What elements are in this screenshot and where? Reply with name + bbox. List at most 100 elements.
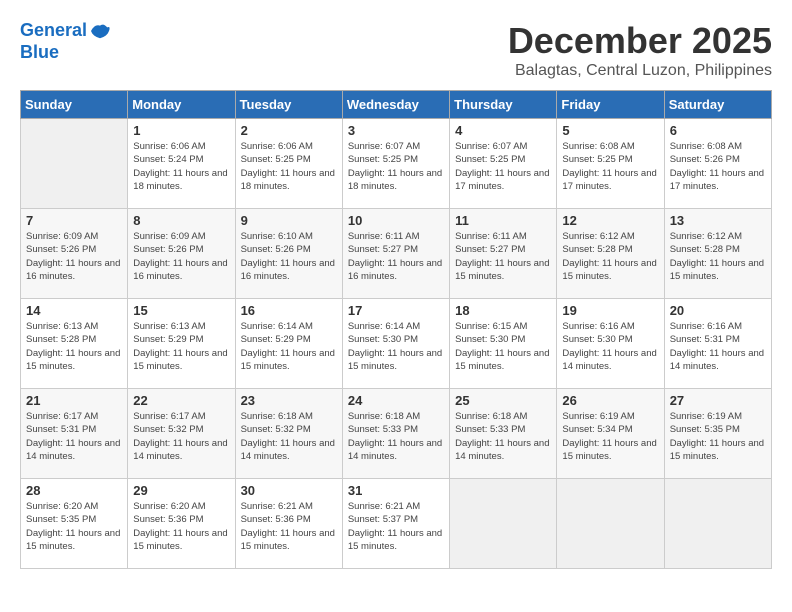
day-info: Sunrise: 6:12 AMSunset: 5:28 PMDaylight:…	[562, 230, 658, 283]
day-info: Sunrise: 6:16 AMSunset: 5:31 PMDaylight:…	[670, 320, 766, 373]
day-info: Sunrise: 6:06 AMSunset: 5:25 PMDaylight:…	[241, 140, 337, 193]
weekday-header-saturday: Saturday	[664, 91, 771, 119]
calendar-day-cell: 18Sunrise: 6:15 AMSunset: 5:30 PMDayligh…	[450, 299, 557, 389]
weekday-header-tuesday: Tuesday	[235, 91, 342, 119]
day-info: Sunrise: 6:07 AMSunset: 5:25 PMDaylight:…	[455, 140, 551, 193]
day-number: 20	[670, 303, 766, 318]
calendar-day-cell: 30Sunrise: 6:21 AMSunset: 5:36 PMDayligh…	[235, 479, 342, 569]
day-number: 1	[133, 123, 229, 138]
day-info: Sunrise: 6:09 AMSunset: 5:26 PMDaylight:…	[26, 230, 122, 283]
day-number: 8	[133, 213, 229, 228]
calendar-day-cell: 1Sunrise: 6:06 AMSunset: 5:24 PMDaylight…	[128, 119, 235, 209]
day-number: 17	[348, 303, 444, 318]
calendar-day-cell: 12 Sunrise: 6:12 AMSunset: 5:28 PMDayligh…	[557, 209, 664, 299]
calendar-week-row: 28Sunrise: 6:20 AMSunset: 5:35 PMDayligh…	[21, 479, 772, 569]
day-info: Sunrise: 6:10 AMSunset: 5:26 PMDaylight:…	[241, 230, 337, 283]
calendar-day-cell: 3 Sunrise: 6:07 AMSunset: 5:25 PMDaylight…	[342, 119, 449, 209]
day-number: 19	[562, 303, 658, 318]
day-number: 29	[133, 483, 229, 498]
day-info: Sunrise: 6:07 AMSunset: 5:25 PMDaylight:…	[348, 140, 444, 193]
calendar-week-row: 1Sunrise: 6:06 AMSunset: 5:24 PMDaylight…	[21, 119, 772, 209]
day-info: Sunrise: 6:12 AMSunset: 5:28 PMDaylight:…	[670, 230, 766, 283]
page-header: General Blue December 2025 Balagtas, Cen…	[20, 20, 772, 80]
calendar-day-cell: 13Sunrise: 6:12 AMSunset: 5:28 PMDayligh…	[664, 209, 771, 299]
day-info: Sunrise: 6:17 AMSunset: 5:32 PMDaylight:…	[133, 410, 229, 463]
day-number: 12	[562, 213, 658, 228]
day-number: 3	[348, 123, 444, 138]
logo: General Blue	[20, 20, 111, 63]
calendar-day-cell: 29 Sunrise: 6:20 AMSunset: 5:36 PMDayligh…	[128, 479, 235, 569]
day-info: Sunrise: 6:14 AMSunset: 5:30 PMDaylight:…	[348, 320, 444, 373]
calendar-day-cell: 20 Sunrise: 6:16 AMSunset: 5:31 PMDayligh…	[664, 299, 771, 389]
calendar-day-cell: 2 Sunrise: 6:06 AMSunset: 5:25 PMDaylight…	[235, 119, 342, 209]
weekday-header-monday: Monday	[128, 91, 235, 119]
day-number: 14	[26, 303, 122, 318]
day-info: Sunrise: 6:21 AMSunset: 5:37 PMDaylight:…	[348, 500, 444, 553]
title-block: December 2025 Balagtas, Central Luzon, P…	[508, 20, 772, 80]
day-number: 16	[241, 303, 337, 318]
calendar-day-cell: 9 Sunrise: 6:10 AMSunset: 5:26 PMDaylight…	[235, 209, 342, 299]
calendar-day-cell: 27Sunrise: 6:19 AMSunset: 5:35 PMDayligh…	[664, 389, 771, 479]
month-title: December 2025	[508, 20, 772, 62]
calendar-day-cell: 10Sunrise: 6:11 AMSunset: 5:27 PMDayligh…	[342, 209, 449, 299]
location: Balagtas, Central Luzon, Philippines	[508, 62, 772, 80]
weekday-header-row: SundayMondayTuesdayWednesdayThursdayFrid…	[21, 91, 772, 119]
calendar-day-cell: 26 Sunrise: 6:19 AMSunset: 5:34 PMDayligh…	[557, 389, 664, 479]
calendar-day-cell: 31 Sunrise: 6:21 AMSunset: 5:37 PMDayligh…	[342, 479, 449, 569]
day-info: Sunrise: 6:18 AMSunset: 5:32 PMDaylight:…	[241, 410, 337, 463]
day-number: 24	[348, 393, 444, 408]
day-number: 11	[455, 213, 551, 228]
day-info: Sunrise: 6:18 AMSunset: 5:33 PMDaylight:…	[455, 410, 551, 463]
day-number: 23	[241, 393, 337, 408]
calendar-day-cell: 7 Sunrise: 6:09 AMSunset: 5:26 PMDaylight…	[21, 209, 128, 299]
day-info: Sunrise: 6:20 AMSunset: 5:36 PMDaylight:…	[133, 500, 229, 553]
day-info: Sunrise: 6:11 AMSunset: 5:27 PMDaylight:…	[455, 230, 551, 283]
calendar-day-cell: 6 Sunrise: 6:08 AMSunset: 5:26 PMDaylight…	[664, 119, 771, 209]
calendar-day-cell: 16 Sunrise: 6:14 AMSunset: 5:29 PMDayligh…	[235, 299, 342, 389]
day-info: Sunrise: 6:14 AMSunset: 5:29 PMDaylight:…	[241, 320, 337, 373]
calendar-day-cell: 11 Sunrise: 6:11 AMSunset: 5:27 PMDayligh…	[450, 209, 557, 299]
day-info: Sunrise: 6:08 AMSunset: 5:25 PMDaylight:…	[562, 140, 658, 193]
day-info: Sunrise: 6:13 AMSunset: 5:29 PMDaylight:…	[133, 320, 229, 373]
day-number: 5	[562, 123, 658, 138]
day-number: 26	[562, 393, 658, 408]
day-info: Sunrise: 6:21 AMSunset: 5:36 PMDaylight:…	[241, 500, 337, 553]
day-number: 9	[241, 213, 337, 228]
logo-text: General Blue	[20, 20, 111, 63]
day-info: Sunrise: 6:19 AMSunset: 5:34 PMDaylight:…	[562, 410, 658, 463]
day-number: 22	[133, 393, 229, 408]
calendar-day-cell: 25Sunrise: 6:18 AMSunset: 5:33 PMDayligh…	[450, 389, 557, 479]
calendar-day-cell: 8Sunrise: 6:09 AMSunset: 5:26 PMDaylight…	[128, 209, 235, 299]
day-number: 15	[133, 303, 229, 318]
day-info: Sunrise: 6:18 AMSunset: 5:33 PMDaylight:…	[348, 410, 444, 463]
calendar-day-cell	[21, 119, 128, 209]
day-number: 7	[26, 213, 122, 228]
weekday-header-wednesday: Wednesday	[342, 91, 449, 119]
day-number: 31	[348, 483, 444, 498]
calendar-day-cell: 28Sunrise: 6:20 AMSunset: 5:35 PMDayligh…	[21, 479, 128, 569]
weekday-header-sunday: Sunday	[21, 91, 128, 119]
calendar-day-cell: 17 Sunrise: 6:14 AMSunset: 5:30 PMDayligh…	[342, 299, 449, 389]
calendar-day-cell: 22 Sunrise: 6:17 AMSunset: 5:32 PMDayligh…	[128, 389, 235, 479]
calendar-table: SundayMondayTuesdayWednesdayThursdayFrid…	[20, 90, 772, 569]
day-info: Sunrise: 6:19 AMSunset: 5:35 PMDaylight:…	[670, 410, 766, 463]
calendar-day-cell: 23 Sunrise: 6:18 AMSunset: 5:32 PMDayligh…	[235, 389, 342, 479]
calendar-week-row: 14 Sunrise: 6:13 AMSunset: 5:28 PMDayligh…	[21, 299, 772, 389]
calendar-day-cell: 4Sunrise: 6:07 AMSunset: 5:25 PMDaylight…	[450, 119, 557, 209]
calendar-day-cell: 21Sunrise: 6:17 AMSunset: 5:31 PMDayligh…	[21, 389, 128, 479]
weekday-header-friday: Friday	[557, 91, 664, 119]
calendar-week-row: 21Sunrise: 6:17 AMSunset: 5:31 PMDayligh…	[21, 389, 772, 479]
day-number: 2	[241, 123, 337, 138]
weekday-header-thursday: Thursday	[450, 91, 557, 119]
day-info: Sunrise: 6:15 AMSunset: 5:30 PMDaylight:…	[455, 320, 551, 373]
calendar-day-cell: 15 Sunrise: 6:13 AMSunset: 5:29 PMDayligh…	[128, 299, 235, 389]
calendar-week-row: 7 Sunrise: 6:09 AMSunset: 5:26 PMDaylight…	[21, 209, 772, 299]
day-number: 6	[670, 123, 766, 138]
day-info: Sunrise: 6:20 AMSunset: 5:35 PMDaylight:…	[26, 500, 122, 553]
day-info: Sunrise: 6:08 AMSunset: 5:26 PMDaylight:…	[670, 140, 766, 193]
day-info: Sunrise: 6:13 AMSunset: 5:28 PMDaylight:…	[26, 320, 122, 373]
calendar-day-cell: 19 Sunrise: 6:16 AMSunset: 5:30 PMDayligh…	[557, 299, 664, 389]
day-info: Sunrise: 6:16 AMSunset: 5:30 PMDaylight:…	[562, 320, 658, 373]
calendar-day-cell: 14 Sunrise: 6:13 AMSunset: 5:28 PMDayligh…	[21, 299, 128, 389]
calendar-day-cell	[450, 479, 557, 569]
